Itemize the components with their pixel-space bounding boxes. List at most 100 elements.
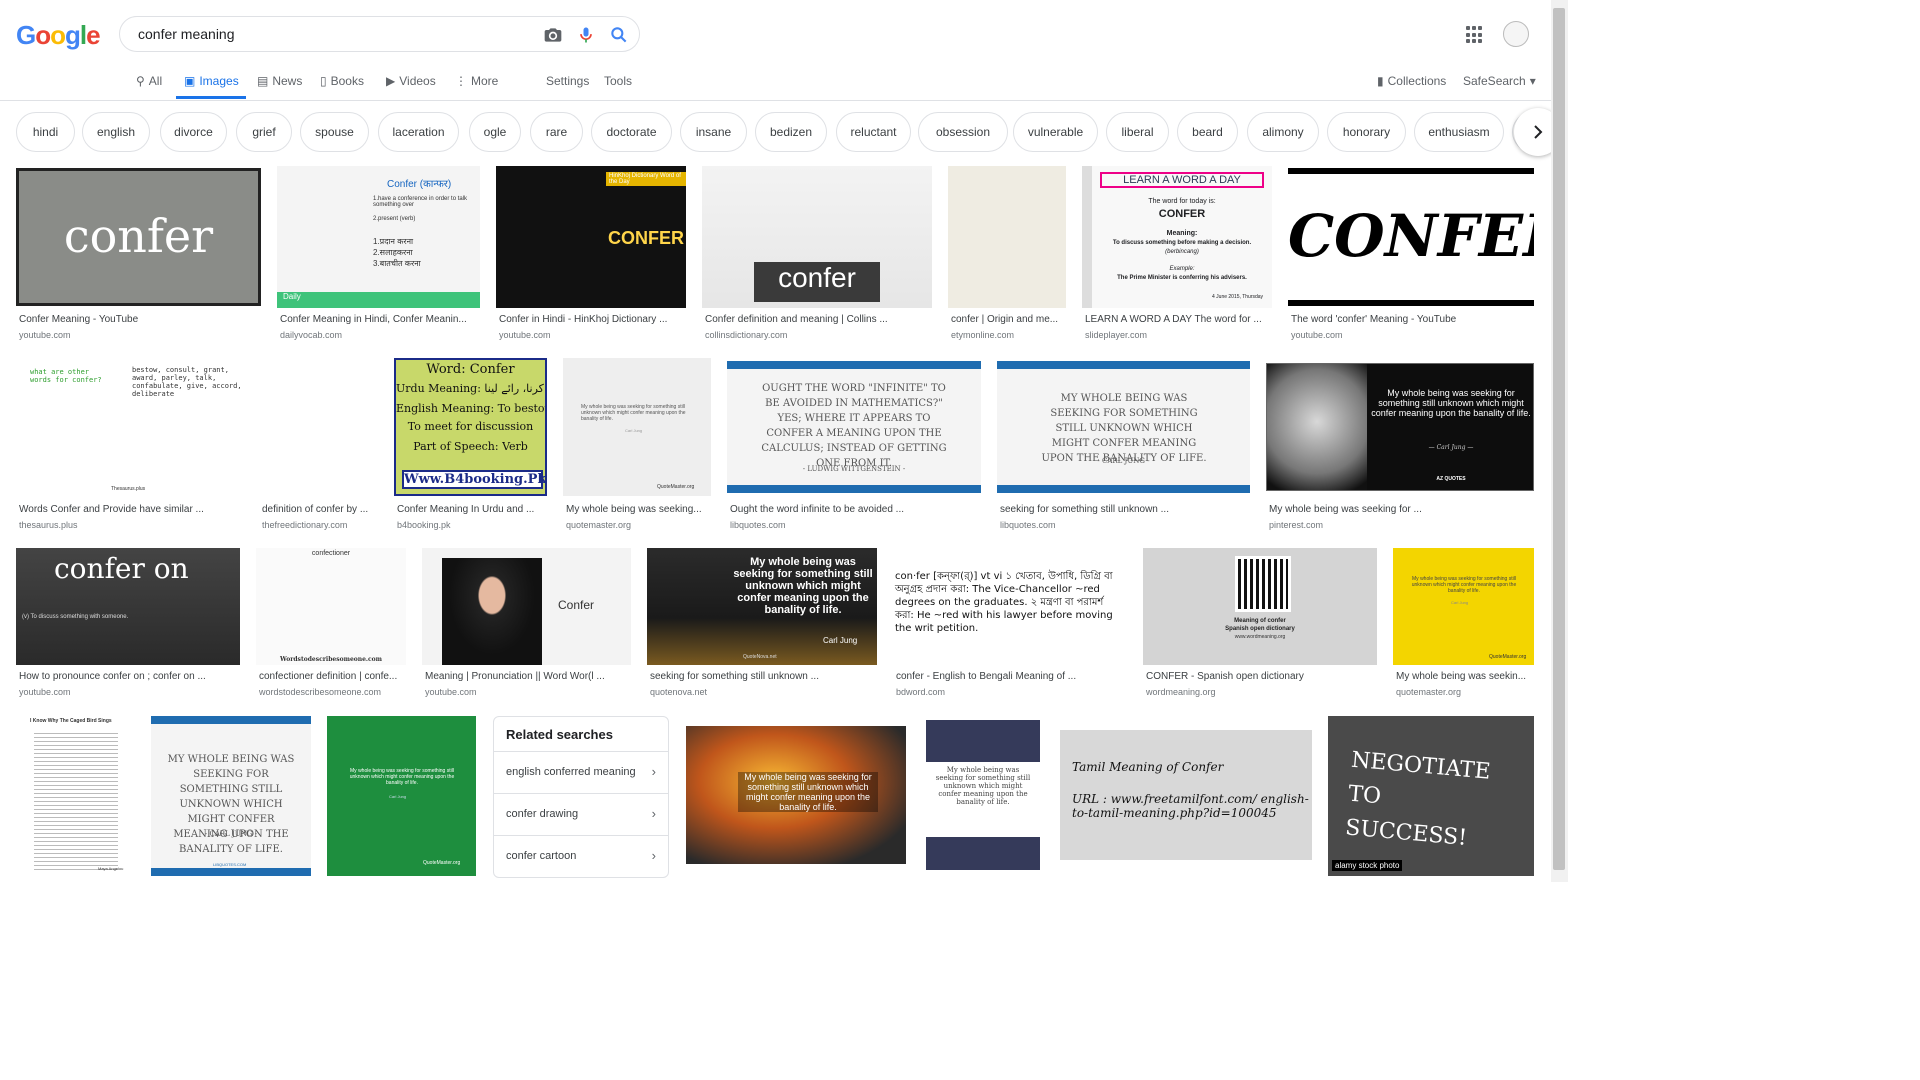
- result-source[interactable]: youtube.com: [1291, 330, 1343, 340]
- tab-all[interactable]: ⚲ All: [136, 74, 162, 88]
- safesearch-dropdown[interactable]: SafeSearch ▾: [1463, 74, 1536, 88]
- tab-videos[interactable]: ▶ Videos: [386, 74, 436, 88]
- result-thumbnail[interactable]: My whole being was seeking for something…: [327, 716, 476, 876]
- chip-reluctant[interactable]: reluctant: [836, 112, 911, 152]
- chip-enthusiasm[interactable]: enthusiasm: [1414, 112, 1504, 152]
- result-source[interactable]: youtube.com: [19, 330, 71, 340]
- result-source[interactable]: thefreedictionary.com: [262, 520, 347, 530]
- result-title[interactable]: Confer in Hindi - HinKhoj Dictionary ...: [499, 314, 667, 325]
- result-title[interactable]: seeking for something still unknown ...: [1000, 504, 1169, 515]
- result-source[interactable]: b4booking.pk: [397, 520, 451, 530]
- chip-ogle[interactable]: ogle: [469, 112, 521, 152]
- chip-bedizen[interactable]: bedizen: [755, 112, 827, 152]
- chip-spouse[interactable]: spouse: [300, 112, 369, 152]
- result-title[interactable]: Confer Meaning In Urdu and ...: [397, 504, 534, 515]
- result-thumbnail[interactable]: My whole being was seeking for something…: [1393, 548, 1534, 665]
- result-title[interactable]: confectioner definition | confe...: [259, 671, 397, 682]
- chip-liberal[interactable]: liberal: [1106, 112, 1169, 152]
- tab-tools[interactable]: Tools: [604, 74, 632, 88]
- result-title[interactable]: Ought the word infinite to be avoided ..…: [730, 504, 904, 515]
- result-source[interactable]: pinterest.com: [1269, 520, 1323, 530]
- result-source[interactable]: dailyvocab.com: [280, 330, 342, 340]
- chip-obsession[interactable]: obsession: [918, 112, 1008, 152]
- result-thumbnail[interactable]: NEGOTIATE TO SUCCESS! alamy stock photo: [1328, 716, 1534, 876]
- chip-rare[interactable]: rare: [530, 112, 583, 152]
- result-source[interactable]: wordmeaning.org: [1146, 687, 1216, 697]
- chip-alimony[interactable]: alimony: [1247, 112, 1319, 152]
- result-thumbnail[interactable]: LEARN A WORD A DAY The word for today is:…: [1082, 166, 1272, 308]
- result-source[interactable]: libquotes.com: [1000, 520, 1056, 530]
- result-title[interactable]: definition of confer by ...: [262, 504, 368, 515]
- result-thumbnail[interactable]: what are other words for confer? bestow, …: [16, 358, 243, 496]
- search-box[interactable]: [119, 16, 640, 52]
- result-thumbnail[interactable]: My whole being was seeking for something…: [926, 720, 1040, 870]
- result-title[interactable]: How to pronounce confer on ; confer on .…: [19, 671, 206, 682]
- chip-honorary[interactable]: honorary: [1327, 112, 1406, 152]
- result-title[interactable]: Words Confer and Provide have similar ..…: [19, 504, 204, 515]
- result-source[interactable]: youtube.com: [425, 687, 477, 697]
- result-source[interactable]: wordstodescribesomeone.com: [259, 687, 381, 697]
- tab-news[interactable]: ▤ News: [257, 74, 302, 88]
- tab-images[interactable]: ▣ Images: [184, 74, 239, 88]
- result-thumbnail[interactable]: Word: Confer Urdu Meaning: عطا کرنا، رائے…: [394, 358, 547, 496]
- result-thumbnail[interactable]: CONFER: [1288, 168, 1534, 306]
- result-thumbnail[interactable]: Confer (कान्फर) 1.have a conference in or…: [277, 166, 480, 308]
- result-thumbnail[interactable]: Meaning of confer Spanish open dictionary…: [1143, 548, 1377, 665]
- result-thumbnail[interactable]: MY WHOLE BEING WAS SEEKING FOR SOMETHING…: [151, 716, 311, 876]
- result-thumbnail[interactable]: confer: [16, 168, 261, 306]
- collections-link[interactable]: ▮ Collections: [1377, 74, 1446, 88]
- related-search-item[interactable]: english conferred meaning ›: [494, 751, 668, 792]
- result-source[interactable]: bdword.com: [896, 687, 945, 697]
- result-thumbnail[interactable]: My whole being was seeking for something…: [647, 548, 877, 665]
- tab-settings[interactable]: Settings: [546, 74, 589, 88]
- result-thumbnail[interactable]: [259, 358, 378, 496]
- chip-english[interactable]: english: [82, 112, 150, 152]
- chip-beard[interactable]: beard: [1177, 112, 1238, 152]
- microphone-icon[interactable]: [576, 25, 596, 45]
- result-thumbnail[interactable]: Tamil Meaning of Confer URL : www.freetam…: [1060, 730, 1312, 860]
- result-source[interactable]: quotenova.net: [650, 687, 707, 697]
- chip-grief[interactable]: grief: [236, 112, 292, 152]
- chip-divorce[interactable]: divorce: [160, 112, 227, 152]
- camera-icon[interactable]: [543, 25, 563, 45]
- result-thumbnail[interactable]: confer: [702, 166, 932, 308]
- result-title[interactable]: seeking for something still unknown ...: [650, 671, 819, 682]
- result-thumbnail[interactable]: MY WHOLE BEING WAS SEEKING FOR SOMETHING…: [997, 361, 1250, 493]
- result-thumbnail[interactable]: My whole being was seeking for something…: [563, 358, 711, 496]
- result-source[interactable]: etymonline.com: [951, 330, 1014, 340]
- chip-vulnerable[interactable]: vulnerable: [1013, 112, 1098, 152]
- result-title[interactable]: Confer Meaning in Hindi, Confer Meanin..…: [280, 314, 467, 325]
- chip-hindi[interactable]: hindi: [16, 112, 75, 152]
- result-thumbnail[interactable]: Confer: [422, 548, 631, 665]
- result-source[interactable]: youtube.com: [19, 687, 71, 697]
- result-title[interactable]: My whole being was seekin...: [1396, 671, 1526, 682]
- result-source[interactable]: collinsdictionary.com: [705, 330, 787, 340]
- result-source[interactable]: quotemaster.org: [566, 520, 631, 530]
- result-thumbnail[interactable]: My whole being was seeking for something…: [1266, 363, 1534, 491]
- scrollbar-thumb[interactable]: [1553, 8, 1565, 870]
- result-source[interactable]: youtube.com: [499, 330, 551, 340]
- result-title[interactable]: LEARN A WORD A DAY The word for ...: [1085, 314, 1262, 325]
- chip-laceration[interactable]: laceration: [378, 112, 459, 152]
- result-thumbnail[interactable]: [948, 166, 1066, 308]
- result-thumbnail[interactable]: confer on (v) To discuss something with s…: [16, 548, 240, 665]
- result-thumbnail[interactable]: HinKhoj Dictionary Word of the Day CONFER: [496, 166, 686, 308]
- result-title[interactable]: CONFER - Spanish open dictionary: [1146, 671, 1304, 682]
- result-title[interactable]: My whole being was seeking for ...: [1269, 504, 1422, 515]
- result-source[interactable]: slideplayer.com: [1085, 330, 1147, 340]
- result-source[interactable]: thesaurus.plus: [19, 520, 78, 530]
- tab-more[interactable]: ⋮ More: [455, 74, 498, 88]
- search-icon[interactable]: [609, 25, 629, 45]
- tab-books[interactable]: ▯ Books: [320, 74, 364, 88]
- result-title[interactable]: The word 'confer' Meaning - YouTube: [1291, 314, 1456, 325]
- result-thumbnail[interactable]: I Know Why The Caged Bird Sings Maya Ange…: [16, 716, 134, 876]
- result-thumbnail[interactable]: con·fer [কন্‌ফা(র্)] vt vi ১ খেতাব, উপাধ…: [893, 548, 1127, 665]
- related-search-item[interactable]: confer cartoon ›: [494, 835, 668, 876]
- result-title[interactable]: Confer Meaning - YouTube: [19, 314, 138, 325]
- result-title[interactable]: My whole being was seeking...: [566, 504, 702, 515]
- result-title[interactable]: confer | Origin and me...: [951, 314, 1058, 325]
- result-title[interactable]: confer - English to Bengali Meaning of .…: [896, 671, 1076, 682]
- result-thumbnail[interactable]: My whole being was seeking for something…: [686, 726, 906, 864]
- result-title[interactable]: Confer definition and meaning | Collins …: [705, 314, 888, 325]
- chip-doctorate[interactable]: doctorate: [591, 112, 672, 152]
